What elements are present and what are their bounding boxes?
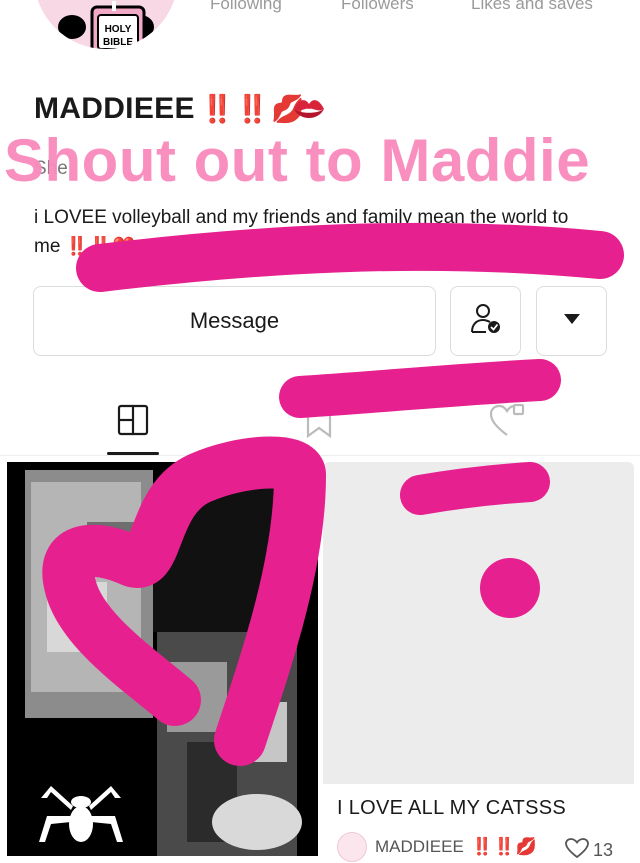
stat-following[interactable]: Following (210, 0, 282, 14)
svg-text:HOLY: HOLY (105, 24, 132, 35)
post-likes[interactable]: 13 (565, 838, 613, 863)
stat-label-likes: Likes and saves (471, 0, 593, 13)
svg-text:BIBLE: BIBLE (103, 37, 133, 48)
grid-icon (117, 404, 149, 440)
post-author[interactable]: MADDIEEE ‼️ ‼️ 💋 (337, 832, 537, 862)
bio-text: i LOVEE volleyball and my friends and fa… (34, 203, 594, 261)
bookmark-icon (304, 406, 334, 442)
tab-liked[interactable] (489, 403, 525, 443)
name-emoji: ‼️ ‼️ 💋 (200, 94, 305, 124)
post-card-cover[interactable] (323, 462, 634, 784)
stat-label-following: Following (210, 0, 282, 13)
message-button[interactable]: Message (33, 286, 436, 356)
kiss-icon (292, 95, 326, 128)
bio-emoji: ‼️ ‼️ ❤️ (65, 236, 135, 256)
tab-collections[interactable] (304, 406, 334, 443)
tabs-divider (0, 455, 640, 456)
tab-posts[interactable] (117, 404, 149, 441)
post-title[interactable]: I LOVE ALL MY CATSSS (337, 797, 566, 820)
profile-name: MADDIEEE (34, 92, 195, 125)
author-emoji: ‼️ ‼️ 💋 (471, 837, 537, 856)
post-card-collage[interactable] (7, 462, 318, 856)
shout-out-text: Shout out to Maddie (4, 127, 591, 194)
likes-count: 13 (593, 840, 614, 860)
caret-down-icon (563, 312, 581, 330)
more-options-button[interactable] (536, 286, 607, 356)
heart-icon (489, 403, 525, 442)
post-image (7, 462, 318, 856)
author-avatar (337, 832, 367, 862)
following-status-button[interactable] (450, 286, 521, 356)
author-name: MADDIEEE (375, 837, 464, 856)
message-label: Message (189, 308, 280, 333)
avatar[interactable]: HOLY BIBLE (34, 0, 178, 49)
like-heart-icon (565, 838, 589, 863)
stat-followers[interactable]: Followers (341, 0, 414, 14)
user-check-icon (469, 302, 503, 341)
profile-name-row: MADDIEEE ‼️ ‼️ 💋 (34, 92, 305, 126)
stat-label-followers: Followers (341, 0, 414, 13)
stat-likes[interactable]: Likes and saves (471, 0, 593, 14)
